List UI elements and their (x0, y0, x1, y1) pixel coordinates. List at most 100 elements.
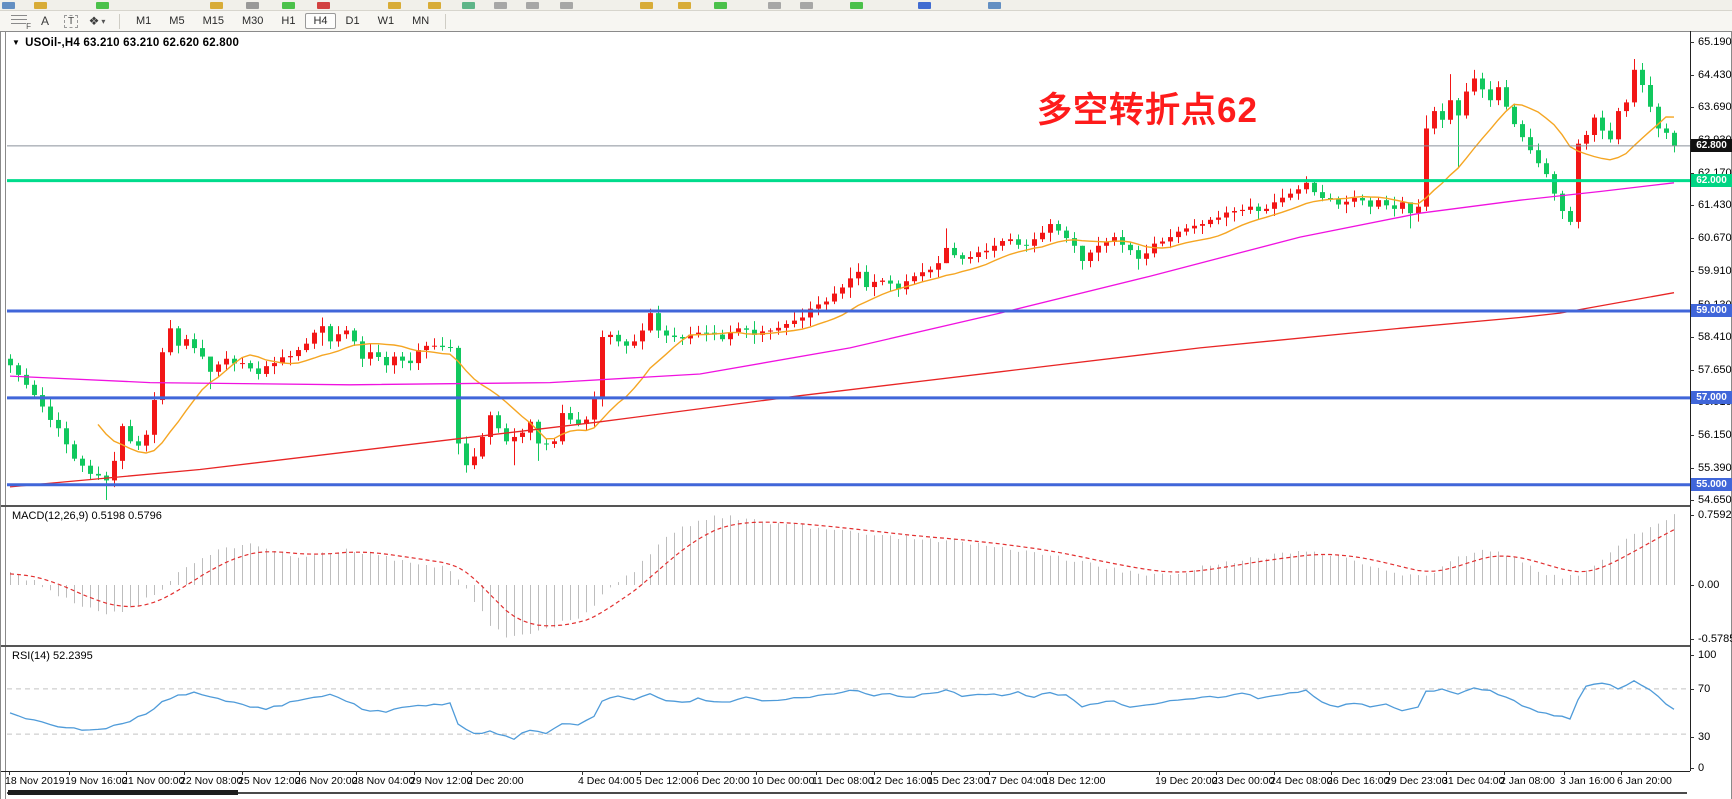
time-axis-label[interactable]: 15 Dec 23:00 (927, 775, 989, 787)
rsi-separator[interactable] (1, 645, 1690, 647)
time-axis-label[interactable]: 31 Dec 04:00 (1442, 775, 1504, 787)
toolbar-icon-cropped[interactable] (96, 2, 109, 9)
toolbar-separator (119, 14, 120, 29)
time-axis-label[interactable]: 17 Dec 04:00 (985, 775, 1047, 787)
rsi-tick (1690, 689, 1694, 690)
price-axis-label: 56.150 (1698, 429, 1732, 441)
text-label-icon[interactable]: A (34, 13, 56, 29)
time-axis-label[interactable]: 6 Jan 20:00 (1617, 775, 1672, 787)
timeframe-button-m30[interactable]: M30 (234, 13, 271, 29)
price-tick (1690, 435, 1694, 436)
time-axis-label[interactable]: 6 Dec 20:00 (693, 775, 750, 787)
price-badge: 55.000 (1691, 478, 1732, 491)
time-axis-label[interactable]: 10 Dec 00:00 (752, 775, 814, 787)
price-badge: 62.800 (1691, 139, 1732, 152)
time-axis-label[interactable]: 5 Dec 12:00 (636, 775, 693, 787)
time-axis-label[interactable]: 3 Jan 16:00 (1560, 775, 1615, 787)
time-axis-label[interactable]: 29 Nov 12:00 (410, 775, 472, 787)
time-axis-label[interactable]: 29 Dec 23:00 (1385, 775, 1447, 787)
time-axis-label[interactable]: 12 Dec 16:00 (870, 775, 932, 787)
price-tick (1690, 271, 1694, 272)
shapes-icon[interactable]: ❖▾ (86, 13, 108, 29)
main-chart-plot[interactable] (7, 31, 1690, 505)
timeframe-button-m1[interactable]: M1 (128, 13, 159, 29)
price-axis-label: 54.650 (1698, 494, 1732, 506)
toolbar-icon-cropped[interactable] (428, 2, 441, 9)
toolbar-icon-cropped[interactable] (462, 2, 475, 9)
toolbar-top-cropped (0, 0, 1732, 11)
timeframe-button-d1[interactable]: D1 (338, 13, 368, 29)
annotation-text[interactable]: 多空转折点62 (1037, 82, 1258, 133)
toolbar-icon-cropped[interactable] (34, 2, 47, 9)
rsi-label: RSI(14) 52.2395 (12, 650, 93, 662)
timeframe-button-m5[interactable]: M5 (161, 13, 192, 29)
time-axis-label[interactable]: 26 Dec 16:00 (1327, 775, 1389, 787)
toolbar-icon-cropped[interactable] (640, 2, 653, 9)
time-axis-label[interactable]: 28 Nov 04:00 (352, 775, 414, 787)
toolbar-icon-cropped[interactable] (494, 2, 507, 9)
price-axis-label: 58.410 (1698, 331, 1732, 343)
toolbar-icon-cropped[interactable] (800, 2, 813, 9)
time-axis-label[interactable]: 18 Nov 2019 (5, 775, 65, 787)
horizontal-scrollbar[interactable] (7, 792, 1687, 794)
price-tick (1690, 42, 1694, 43)
time-axis-label[interactable]: 26 Nov 20:00 (295, 775, 357, 787)
time-axis-label[interactable]: 24 Dec 08:00 (1270, 775, 1332, 787)
rsi-plot[interactable] (7, 647, 1690, 771)
macd-axis-label: 0.7592 (1698, 509, 1732, 521)
timeframe-button-w1[interactable]: W1 (370, 13, 403, 29)
price-badge: 57.000 (1691, 391, 1732, 404)
price-tick (1690, 468, 1694, 469)
toolbar-icon-cropped[interactable] (678, 2, 691, 9)
time-axis-label[interactable]: 2 Jan 08:00 (1500, 775, 1555, 787)
rsi-tick (1690, 655, 1694, 656)
toolbar-icon-cropped[interactable] (210, 2, 223, 9)
window-left-border (0, 31, 1, 799)
time-axis-label[interactable]: 23 Dec 00:00 (1212, 775, 1274, 787)
time-axis-label[interactable]: 21 Nov 00:00 (122, 775, 184, 787)
toolbar-icon-cropped[interactable] (560, 2, 573, 9)
macd-separator[interactable] (1, 505, 1690, 507)
time-axis-label[interactable]: 18 Dec 12:00 (1043, 775, 1105, 787)
chevron-down-icon[interactable]: ▾ (101, 17, 105, 26)
timeframe-button-h4[interactable]: H4 (305, 13, 335, 29)
chart-title-text: USOil-,H4 63.210 63.210 62.620 62.800 (25, 37, 239, 49)
toolbar-icon-cropped[interactable] (918, 2, 931, 9)
rsi-tick (1690, 737, 1694, 738)
macd-label: MACD(12,26,9) 0.5198 0.5796 (12, 510, 162, 522)
toolbar-icon-cropped[interactable] (768, 2, 781, 9)
macd-axis-label: -0.5785 (1698, 633, 1732, 645)
toolbar-icon-cropped[interactable] (850, 2, 863, 9)
toolbar-periods: F A T ❖▾ M1M5M15M30H1H4D1W1MN (0, 11, 1732, 31)
time-axis-label[interactable]: 25 Nov 12:00 (238, 775, 300, 787)
price-axis-label: 59.910 (1698, 265, 1732, 277)
price-axis-label: 64.430 (1698, 69, 1732, 81)
timeframe-button-mn[interactable]: MN (404, 13, 437, 29)
fibonacci-glyph: F (11, 15, 27, 27)
time-axis-label[interactable]: 4 Dec 04:00 (578, 775, 635, 787)
time-axis-label[interactable]: 19 Dec 20:00 (1155, 775, 1217, 787)
toolbar-icon-cropped[interactable] (988, 2, 1001, 9)
timeframe-button-m15[interactable]: M15 (195, 13, 232, 29)
toolbar-icon-cropped[interactable] (282, 2, 295, 9)
scrollbar-thumb[interactable] (8, 790, 238, 795)
chart-title-caret-icon[interactable]: ▼ (12, 38, 20, 47)
toolbar-icon-cropped[interactable] (246, 2, 259, 9)
price-axis-label: 65.190 (1698, 36, 1732, 48)
window-left-inner-border (5, 31, 6, 799)
time-axis-label[interactable]: 2 Dec 20:00 (467, 775, 524, 787)
timeframe-button-h1[interactable]: H1 (273, 13, 303, 29)
toolbar-icon-cropped[interactable] (714, 2, 727, 9)
macd-plot[interactable] (7, 507, 1690, 645)
time-axis-label[interactable]: 22 Nov 08:00 (180, 775, 242, 787)
toolbar-icon-cropped[interactable] (526, 2, 539, 9)
toolbar-icon-cropped[interactable] (317, 2, 330, 9)
toolbar-icon-cropped[interactable] (388, 2, 401, 9)
text-box-icon[interactable]: T (60, 13, 82, 29)
fibonacci-icon[interactable]: F (8, 13, 30, 29)
price-badge: 59.000 (1691, 304, 1732, 317)
text-label-glyph: A (41, 14, 49, 28)
toolbar-icon-cropped[interactable] (2, 2, 15, 9)
time-axis-label[interactable]: 19 Nov 16:00 (65, 775, 127, 787)
time-axis-label[interactable]: 11 Dec 08:00 (812, 775, 874, 787)
